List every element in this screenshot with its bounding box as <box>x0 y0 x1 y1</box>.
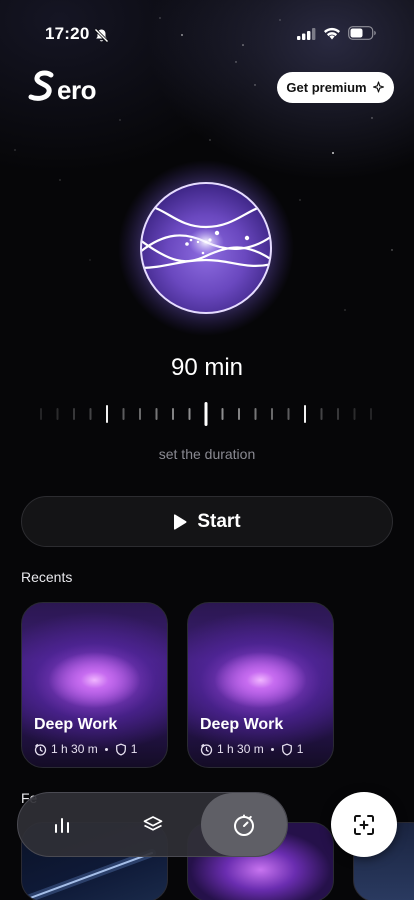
session-title: Deep Work <box>200 716 284 733</box>
focus-orb <box>118 160 294 336</box>
session-block-count: 1 <box>296 742 304 756</box>
ruler-tick <box>320 408 323 420</box>
duration-hint: set the duration <box>158 446 256 462</box>
bottom-nav <box>17 792 288 857</box>
session-duration: 1 h 30 m <box>51 742 98 756</box>
bar-chart-icon <box>55 817 69 833</box>
ruler-tick <box>40 408 42 420</box>
session-duration: 1 h 30 m <box>217 742 264 756</box>
sparkle-icon <box>372 81 384 93</box>
ruler-tick <box>139 408 141 420</box>
shield-icon <box>281 743 292 756</box>
get-premium-label: Get premium <box>286 80 367 95</box>
recent-session-card[interactable]: Deep Work 1 h 30 m 1 <box>187 602 334 768</box>
ruler-tick <box>56 408 59 420</box>
ruler-tick <box>254 408 257 420</box>
recents-title: Recents <box>21 569 73 585</box>
logo-s-mark <box>28 70 54 101</box>
ruler-current-tick <box>204 402 208 426</box>
start-label: Start <box>197 510 241 532</box>
session-block-count: 1 <box>130 742 138 756</box>
ruler-tick <box>172 408 174 420</box>
add-scan-button[interactable] <box>331 792 397 857</box>
ruler-tick <box>188 408 191 420</box>
bell-slash-icon <box>94 28 109 43</box>
layers-icon <box>143 815 163 831</box>
timer-icon <box>34 743 47 756</box>
wifi-icon <box>324 27 340 40</box>
battery-icon <box>348 26 376 40</box>
ruler-tick <box>73 408 75 420</box>
add-scan-icon <box>354 814 374 835</box>
duration-value: 90 min <box>170 354 244 381</box>
recent-session-card[interactable]: Deep Work 1 h 30 m 1 <box>21 602 168 768</box>
ruler-tick <box>370 408 372 420</box>
ruler-tick <box>287 408 290 420</box>
ruler-tick <box>271 408 273 420</box>
ruler-tick <box>353 408 356 420</box>
logo-text: ero <box>57 75 96 105</box>
status-bar: 17:20 <box>0 0 414 54</box>
meta-separator <box>270 747 274 751</box>
ruler-tick <box>238 408 240 420</box>
play-icon <box>174 513 187 530</box>
start-button[interactable]: Start <box>21 496 393 547</box>
status-time: 17:20 <box>45 24 90 43</box>
ruler-tick <box>155 408 158 420</box>
ruler-tick <box>221 408 224 420</box>
nav-stats[interactable] <box>19 793 105 856</box>
session-title: Deep Work <box>34 716 118 733</box>
timer-icon <box>200 743 213 756</box>
ruler-tick <box>89 408 92 420</box>
duration-ruler-slider[interactable] <box>30 400 384 428</box>
cellular-signal-icon <box>297 28 316 40</box>
get-premium-button[interactable]: Get premium <box>277 72 394 103</box>
nav-sessions[interactable] <box>110 793 196 856</box>
ruler-tick <box>337 408 339 420</box>
ruler-tick <box>304 405 306 423</box>
ruler-tick <box>122 408 125 420</box>
nav-timer[interactable] <box>201 793 287 856</box>
app-screen: 17:20 ero Get premium 90 min set the dur… <box>0 0 414 900</box>
timer-icon <box>234 814 254 836</box>
meta-separator <box>104 747 108 751</box>
session-meta: 1 h 30 m 1 <box>200 742 303 756</box>
ruler-tick <box>106 405 108 423</box>
app-logo: ero <box>28 70 96 104</box>
shield-icon <box>115 743 126 756</box>
session-meta: 1 h 30 m 1 <box>34 742 137 756</box>
